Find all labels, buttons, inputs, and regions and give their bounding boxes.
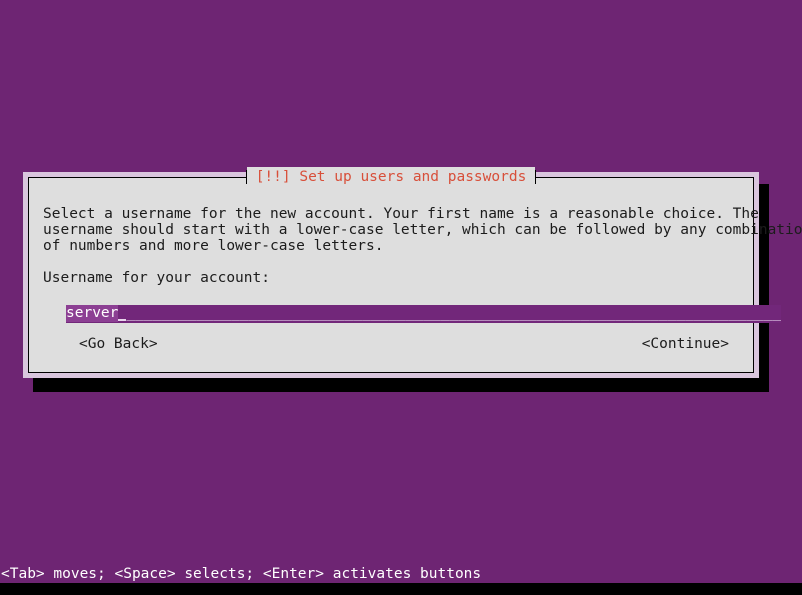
keyboard-hint-status-bar: <Tab> moves; <Space> selects; <Enter> ac… (0, 565, 802, 583)
dialog-button-row: <Go Back> <Continue> (29, 335, 753, 353)
description-line-3: of numbers and more lower-case letters. (43, 238, 384, 254)
description-line-1: Select a username for the new account. Y… (43, 206, 759, 222)
username-input[interactable]: server _________________________________… (66, 305, 781, 323)
continue-button[interactable]: <Continue> (642, 335, 729, 353)
go-back-button[interactable]: <Go Back> (79, 335, 158, 353)
username-input-value[interactable]: server (66, 305, 119, 322)
terminal-screen: [!!] Set up users and passwords Select a… (0, 0, 802, 595)
dialog-panel: [!!] Set up users and passwords Select a… (28, 167, 802, 373)
bottom-black-strip (0, 583, 802, 595)
description-line-2: username should start with a lower-case … (43, 222, 802, 238)
username-input-blanks[interactable]: ________________________________________… (126, 305, 781, 322)
setup-dialog: [!!] Set up users and passwords Select a… (23, 167, 802, 378)
username-prompt-label: Username for your account: (43, 270, 270, 286)
text-cursor (118, 305, 127, 322)
